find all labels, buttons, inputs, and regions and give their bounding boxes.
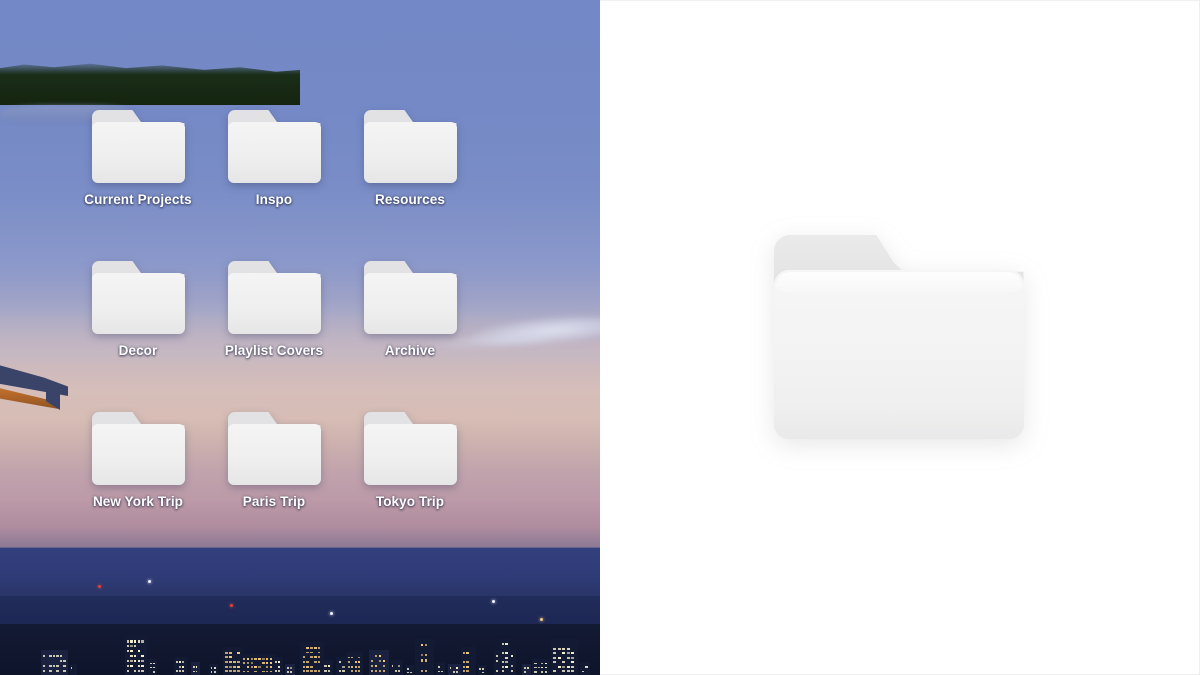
folder-icon — [364, 261, 457, 334]
folder-icon — [228, 110, 321, 183]
folder-icon-large[interactable] — [774, 235, 1024, 439]
folder-icon — [92, 261, 185, 334]
preview-panel[interactable] — [600, 0, 1200, 675]
folder-body — [228, 273, 321, 334]
desktop-icon-label: Resources — [375, 192, 445, 207]
folder-body — [228, 424, 321, 485]
screen-root: Current Projects Inspo Resources Decor Playl… — [0, 0, 1200, 675]
desktop-icon-label: Archive — [385, 343, 435, 358]
folder-body — [92, 424, 185, 485]
desktop-icon[interactable]: Inspo — [206, 110, 342, 261]
desktop-icon-label: New York Trip — [93, 494, 183, 509]
desktop-icon-label: Paris Trip — [243, 494, 306, 509]
desktop-icon[interactable]: Archive — [342, 261, 478, 412]
folder-body — [92, 273, 185, 334]
desktop-icon-grid: Current Projects Inspo Resources Decor Playl… — [0, 0, 600, 675]
folder-icon — [92, 412, 185, 485]
desktop-icon-label: Tokyo Trip — [376, 494, 444, 509]
desktop-icon[interactable]: New York Trip — [70, 412, 206, 563]
folder-body — [92, 122, 185, 183]
aerial-beacon-light — [98, 585, 101, 588]
folder-icon — [364, 412, 457, 485]
desktop-icon-label: Decor — [119, 343, 158, 358]
desktop-icon[interactable]: Tokyo Trip — [342, 412, 478, 563]
desktop-icon-label: Inspo — [256, 192, 293, 207]
aerial-beacon-light — [540, 618, 543, 621]
folder-icon — [92, 110, 185, 183]
aerial-beacon-light — [330, 612, 333, 615]
folder-icon — [364, 110, 457, 183]
desktop-icon[interactable]: Current Projects — [70, 110, 206, 261]
folder-icon — [228, 261, 321, 334]
aerial-beacon-light — [492, 600, 495, 603]
desktop-icon-label: Current Projects — [84, 192, 191, 207]
aerial-beacon-light — [230, 604, 233, 607]
folder-body — [364, 122, 457, 183]
desktop-icon[interactable]: Playlist Covers — [206, 261, 342, 412]
folder-large-gloss — [776, 272, 1022, 298]
desktop-icon[interactable]: Resources — [342, 110, 478, 261]
folder-body — [228, 122, 321, 183]
desktop-wallpaper[interactable]: Current Projects Inspo Resources Decor Playl… — [0, 0, 600, 675]
desktop-icon[interactable]: Paris Trip — [206, 412, 342, 563]
desktop-icon-label: Playlist Covers — [225, 343, 323, 358]
aerial-beacon-light — [148, 580, 151, 583]
folder-body — [364, 273, 457, 334]
folder-body — [364, 424, 457, 485]
desktop-icon[interactable]: Decor — [70, 261, 206, 412]
folder-icon — [228, 412, 321, 485]
